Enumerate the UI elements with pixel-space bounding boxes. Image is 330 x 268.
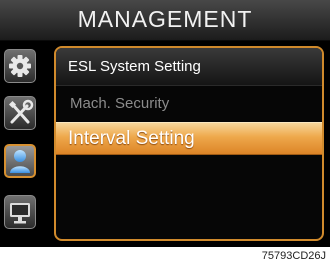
tools-icon bbox=[8, 99, 34, 124]
gear-icon bbox=[9, 55, 31, 77]
panel-header: ESL System Setting bbox=[56, 48, 322, 86]
user-icon bbox=[10, 150, 30, 173]
menu-item-label: Interval Setting bbox=[68, 128, 195, 149]
menu-item-interval-setting[interactable]: Interval Setting bbox=[56, 122, 322, 155]
display-screen: MANAGEMENT ESL System Setting Mach. Secu… bbox=[0, 0, 330, 247]
panel-title: ESL System Setting bbox=[68, 58, 201, 75]
sidebar-item-tools[interactable] bbox=[4, 96, 36, 130]
monitor-icon bbox=[10, 203, 30, 224]
sidebar-item-management[interactable] bbox=[4, 144, 36, 178]
sidebar-item-display[interactable] bbox=[4, 195, 36, 229]
title-bar: MANAGEMENT bbox=[0, 0, 330, 41]
page-title: MANAGEMENT bbox=[77, 6, 253, 32]
figure-caption: 75793CD26J bbox=[261, 250, 326, 262]
sidebar bbox=[0, 41, 44, 247]
sidebar-item-settings[interactable] bbox=[4, 49, 36, 83]
settings-panel: ESL System Setting Mach. Security Interv… bbox=[54, 46, 324, 241]
menu-item-mach-security[interactable]: Mach. Security bbox=[70, 95, 169, 112]
